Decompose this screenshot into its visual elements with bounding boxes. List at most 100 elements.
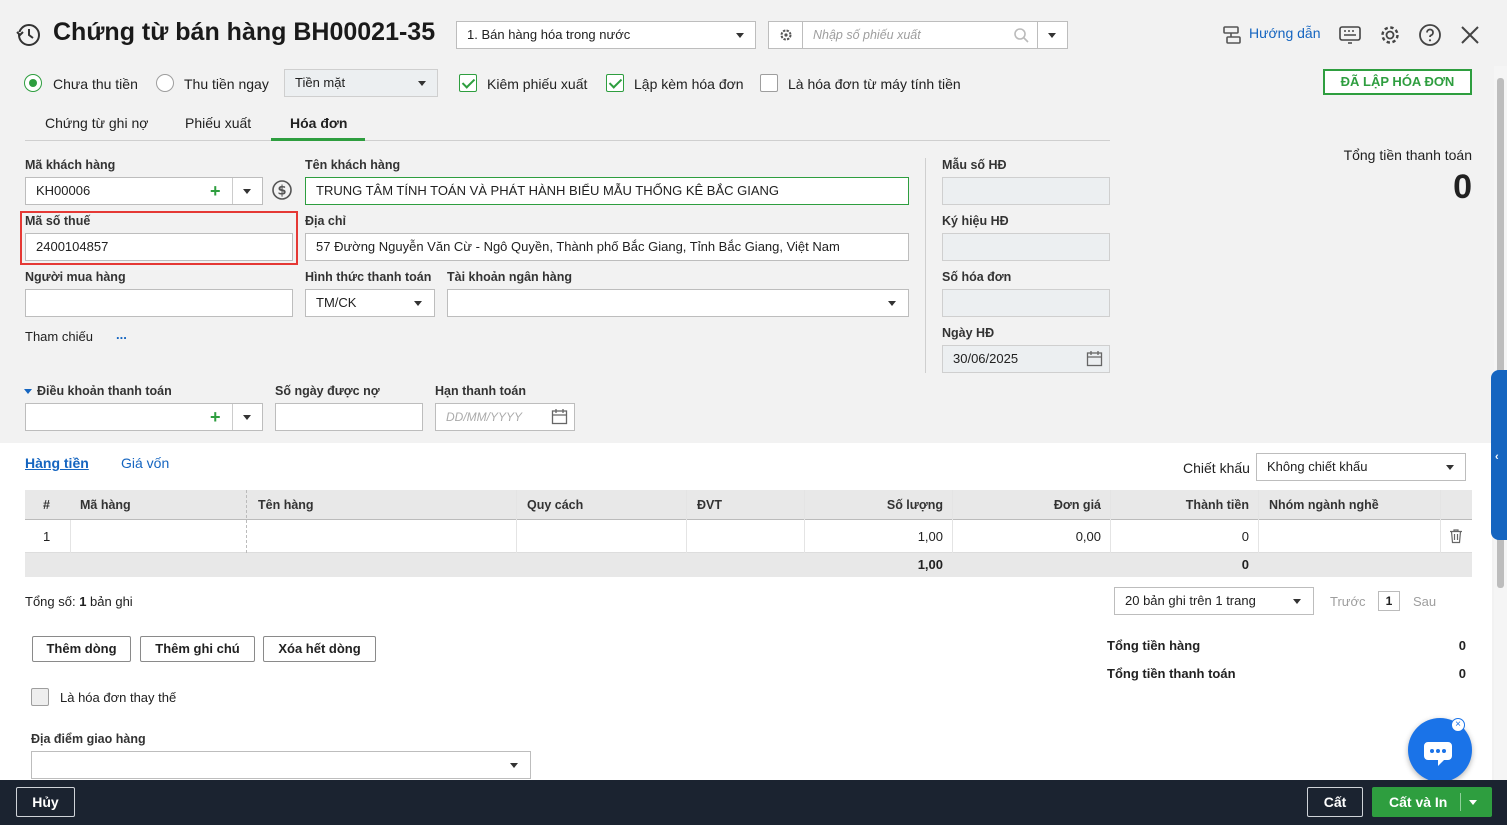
- history-icon[interactable]: [16, 22, 42, 48]
- page-number[interactable]: 1: [1378, 591, 1400, 611]
- tax-code-input[interactable]: 2400104857: [25, 233, 293, 261]
- doc-type-select[interactable]: 1. Bán hàng hóa trong nước: [456, 21, 756, 49]
- gear-icon: [779, 28, 793, 42]
- discount-label: Chiết khấu: [1183, 460, 1250, 476]
- search-input[interactable]: Nhập số phiếu xuất: [802, 21, 1038, 49]
- guide-icon[interactable]: [1221, 24, 1243, 46]
- chevron-down-icon[interactable]: [1469, 800, 1477, 805]
- chevron-down-icon: [1446, 465, 1454, 470]
- paid-now-label: Thu tiền ngay: [184, 76, 269, 92]
- tab-debit-voucher[interactable]: Chứng từ ghi nợ: [45, 115, 148, 131]
- tab-export-slip[interactable]: Phiếu xuất: [185, 115, 251, 131]
- due-date-label: Hạn thanh toán: [435, 384, 526, 398]
- collapse-icon[interactable]: [24, 389, 32, 394]
- customer-code-input[interactable]: KH00006: [25, 177, 263, 205]
- chevron-down-icon: [888, 301, 896, 306]
- vertical-divider: [925, 158, 926, 373]
- debt-days-input[interactable]: [275, 403, 423, 431]
- col-divider: [1440, 490, 1441, 553]
- chevron-down-icon[interactable]: [243, 415, 251, 420]
- address-value: 57 Đường Nguyễn Văn Cừ - Ngô Quyền, Thàn…: [316, 239, 840, 254]
- export-slip-checkbox[interactable]: [459, 74, 477, 92]
- customer-name-value: TRUNG TÂM TÍNH TOÁN VÀ PHÁT HÀNH BIỂU MẪ…: [316, 183, 780, 198]
- col-lines: [25, 490, 1472, 553]
- paid-now-radio[interactable]: [156, 74, 174, 92]
- delivery-select[interactable]: [31, 751, 531, 779]
- calendar-icon[interactable]: [1086, 350, 1103, 367]
- unpaid-radio[interactable]: [24, 74, 42, 92]
- replace-invoice-checkbox[interactable]: [31, 688, 49, 706]
- chat-close-icon[interactable]: ×: [1451, 718, 1465, 732]
- detail-panel: Hàng tiền Giá vốn Chiết khấu Không chiết…: [0, 443, 1492, 780]
- per-page-select[interactable]: 20 bản ghi trên 1 trang: [1114, 587, 1314, 615]
- divider: [232, 178, 233, 204]
- cash-register-checkbox[interactable]: [760, 74, 778, 92]
- invoice-template-input: [942, 177, 1110, 205]
- buyer-input[interactable]: [25, 289, 293, 317]
- keyboard-icon[interactable]: [1338, 24, 1362, 46]
- next-page-button[interactable]: Sau: [1413, 594, 1436, 609]
- tab-invoice[interactable]: Hóa đơn: [290, 115, 347, 131]
- add-note-button[interactable]: Thêm ghi chú: [140, 636, 255, 662]
- bank-select[interactable]: [447, 289, 909, 317]
- col-divider: [804, 490, 805, 553]
- dollar-icon[interactable]: $: [271, 179, 293, 201]
- with-invoice-checkbox[interactable]: [606, 74, 624, 92]
- pay-method-value: Tiền mặt: [295, 75, 346, 90]
- per-page-value: 20 bản ghi trên 1 trang: [1125, 593, 1256, 608]
- cancel-button[interactable]: Hủy: [16, 787, 75, 817]
- payment-total-label: Tổng tiền thanh toán: [1107, 666, 1236, 681]
- gear-icon[interactable]: [1378, 23, 1402, 47]
- invoice-number-input: [942, 289, 1110, 317]
- divider: [232, 404, 233, 430]
- payment-terms-input[interactable]: [25, 403, 263, 431]
- chevron-down-icon: [414, 301, 422, 306]
- chevron-down-icon: [736, 33, 744, 38]
- bank-label: Tài khoản ngân hàng: [447, 270, 573, 284]
- footer-amount: 0: [1241, 557, 1249, 572]
- col-divider: [1110, 490, 1111, 553]
- search-placeholder: Nhập số phiếu xuất: [813, 28, 921, 42]
- total-records: Tổng số: 1 bản ghi: [25, 594, 133, 609]
- tab-goods-money[interactable]: Hàng tiền: [25, 455, 89, 471]
- close-icon[interactable]: [1460, 25, 1480, 45]
- help-icon[interactable]: [1418, 23, 1442, 47]
- chevron-down-icon: [510, 763, 518, 768]
- col-divider: [686, 490, 687, 553]
- chevron-down-icon: [1048, 33, 1056, 38]
- tab-cost-price[interactable]: Giá vốn: [121, 455, 169, 471]
- guide-link[interactable]: Hướng dẫn: [1249, 25, 1320, 41]
- side-panel-toggle[interactable]: [1491, 370, 1507, 540]
- reference-more-link[interactable]: ...: [116, 327, 127, 342]
- save-print-label: Cất và In: [1389, 794, 1448, 810]
- invoice-issued-badge: ĐÃ LẬP HÓA ĐƠN: [1323, 69, 1472, 95]
- discount-value: Không chiết khấu: [1267, 459, 1368, 474]
- chevron-down-icon: [1293, 599, 1301, 604]
- chevron-down-icon[interactable]: [243, 189, 251, 194]
- clear-rows-button[interactable]: Xóa hết dòng: [263, 636, 376, 662]
- page-title: Chứng từ bán hàng BH00021-35: [53, 18, 436, 46]
- prev-page-button[interactable]: Trước: [1330, 594, 1366, 609]
- calendar-icon[interactable]: [551, 408, 568, 425]
- discount-select[interactable]: Không chiết khấu: [1256, 453, 1466, 481]
- add-terms-icon[interactable]: +: [210, 408, 221, 426]
- add-customer-icon[interactable]: +: [210, 182, 221, 200]
- col-divider: [246, 490, 247, 553]
- invoice-date-input[interactable]: 30/06/2025: [942, 345, 1110, 373]
- customer-name-input[interactable]: TRUNG TÂM TÍNH TOÁN VÀ PHÁT HÀNH BIỂU MẪ…: [305, 177, 909, 205]
- save-print-button[interactable]: Cất và In: [1372, 787, 1492, 817]
- customer-name-label: Tên khách hàng: [305, 158, 401, 172]
- items-table: # Mã hàng Tên hàng Quy cách ĐVT Số lượng…: [25, 490, 1472, 578]
- add-row-button[interactable]: Thêm dòng: [32, 636, 131, 662]
- address-label: Địa chỉ: [305, 214, 346, 228]
- search-icon[interactable]: [1013, 27, 1029, 43]
- debt-days-label: Số ngày được nợ: [275, 384, 380, 398]
- save-button[interactable]: Cất: [1307, 787, 1363, 817]
- payment-form-label: Hình thức thanh toán: [305, 270, 432, 284]
- with-invoice-label: Lập kèm hóa đơn: [634, 76, 744, 92]
- tax-code-value: 2400104857: [36, 239, 109, 254]
- pay-method-select[interactable]: Tiền mặt: [284, 69, 438, 97]
- payment-total-value: 0: [1458, 666, 1466, 681]
- replace-invoice-label: Là hóa đơn thay thế: [60, 690, 177, 705]
- address-input[interactable]: 57 Đường Nguyễn Văn Cừ - Ngô Quyền, Thàn…: [305, 233, 909, 261]
